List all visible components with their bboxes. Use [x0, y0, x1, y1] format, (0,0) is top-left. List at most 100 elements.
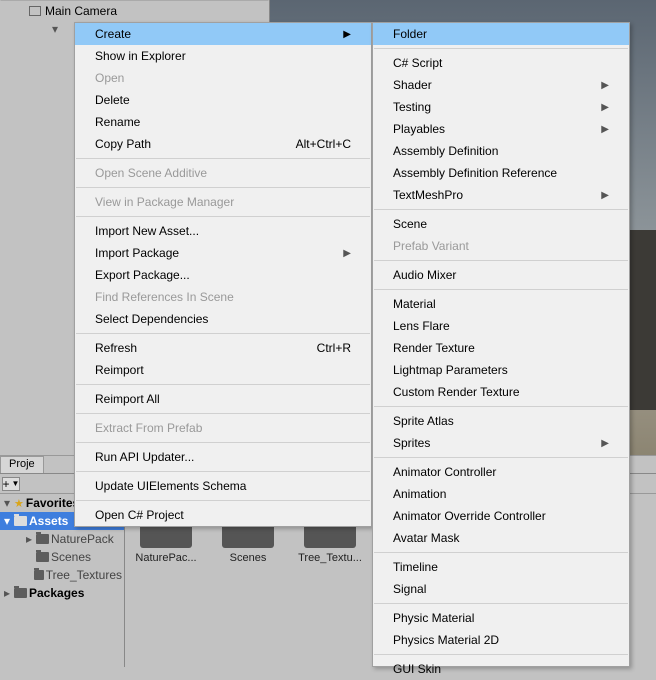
menu-sprites[interactable]: Sprites▶	[373, 432, 629, 454]
hierarchy-item-main-camera[interactable]: Main Camera	[0, 0, 269, 22]
submenu-arrow-icon: ▶	[601, 190, 609, 201]
menu-run-api-updater[interactable]: Run API Updater...	[75, 446, 371, 468]
menu-textmeshpro[interactable]: TextMeshPro ▶	[373, 184, 629, 206]
menu-label: Import Package	[95, 246, 179, 260]
menu-show-in-explorer[interactable]: Show in Explorer	[75, 45, 371, 67]
menu-create[interactable]: Create ▶	[75, 23, 371, 45]
submenu-arrow-icon: ▶	[601, 124, 609, 135]
tree-item-tree-textures[interactable]: Tree_Textures	[0, 566, 124, 584]
menu-label: Import New Asset...	[95, 224, 199, 238]
menu-lens-flare[interactable]: Lens Flare	[373, 315, 629, 337]
menu-material[interactable]: Material	[373, 293, 629, 315]
folder-icon	[14, 588, 27, 598]
menu-physic-material[interactable]: Physic Material	[373, 607, 629, 629]
menu-signal[interactable]: Signal	[373, 578, 629, 600]
menu-separator	[374, 654, 628, 655]
menu-animator-override[interactable]: Animator Override Controller	[373, 505, 629, 527]
expand-icon[interactable]: ▸	[2, 586, 12, 600]
expand-icon[interactable]: ▸	[24, 532, 34, 546]
menu-label: Testing	[393, 100, 431, 114]
menu-open-csharp[interactable]: Open C# Project	[75, 504, 371, 526]
menu-separator	[374, 48, 628, 49]
menu-label: Shader	[393, 78, 432, 92]
tree-label: Favorites	[26, 496, 79, 510]
menu-separator	[76, 187, 370, 188]
menu-open-scene-additive: Open Scene Additive	[75, 162, 371, 184]
menu-label: Rename	[95, 115, 140, 129]
menu-label: Find References In Scene	[95, 290, 234, 304]
folder-icon	[34, 570, 44, 580]
menu-separator	[374, 260, 628, 261]
menu-folder[interactable]: Folder	[373, 23, 629, 45]
menu-sprite-atlas[interactable]: Sprite Atlas	[373, 410, 629, 432]
submenu-arrow-icon: ▶	[343, 248, 351, 259]
tree-label: Packages	[29, 586, 84, 600]
expand-icon[interactable]: ▾	[2, 514, 12, 528]
menu-label: Assembly Definition	[393, 144, 498, 158]
menu-select-dependencies[interactable]: Select Dependencies	[75, 308, 371, 330]
menu-assembly-def-ref[interactable]: Assembly Definition Reference	[373, 162, 629, 184]
menu-label: Select Dependencies	[95, 312, 208, 326]
tree-packages[interactable]: ▸ Packages	[0, 584, 124, 602]
menu-gui-skin[interactable]: GUI Skin	[373, 658, 629, 680]
menu-label: Custom Render Texture	[393, 385, 520, 399]
menu-playables[interactable]: Playables ▶	[373, 118, 629, 140]
tree-item-scenes[interactable]: Scenes	[0, 548, 124, 566]
expand-icon[interactable]: ▾	[2, 496, 12, 510]
menu-animation[interactable]: Animation	[373, 483, 629, 505]
menu-separator	[374, 209, 628, 210]
menu-label: Sprites	[393, 436, 430, 450]
menu-refresh[interactable]: Refresh Ctrl+R	[75, 337, 371, 359]
menu-csharp-script[interactable]: C# Script	[373, 52, 629, 74]
menu-label: Scene	[393, 217, 427, 231]
menu-physics-material-2d[interactable]: Physics Material 2D	[373, 629, 629, 651]
menu-label: Playables	[393, 122, 445, 136]
menu-label: Signal	[393, 582, 426, 596]
menu-label: Run API Updater...	[95, 450, 194, 464]
menu-label: Animator Controller	[393, 465, 496, 479]
submenu-arrow-icon: ▶	[601, 102, 609, 113]
menu-separator	[76, 384, 370, 385]
menu-label: Create	[95, 27, 131, 41]
menu-testing[interactable]: Testing ▶	[373, 96, 629, 118]
submenu-arrow-icon: ▶	[343, 29, 351, 40]
menu-import-new-asset[interactable]: Import New Asset...	[75, 220, 371, 242]
menu-assembly-def[interactable]: Assembly Definition	[373, 140, 629, 162]
menu-label: Sprite Atlas	[393, 414, 454, 428]
menu-import-package[interactable]: Import Package ▶	[75, 242, 371, 264]
menu-label: Render Texture	[393, 341, 475, 355]
menu-lightmap-params[interactable]: Lightmap Parameters	[373, 359, 629, 381]
menu-timeline[interactable]: Timeline	[373, 556, 629, 578]
menu-custom-render-texture[interactable]: Custom Render Texture	[373, 381, 629, 403]
menu-shader[interactable]: Shader▶	[373, 74, 629, 96]
tree-item-naturepack[interactable]: ▸ NaturePack	[0, 530, 124, 548]
project-tab[interactable]: Proje	[0, 456, 44, 473]
menu-label: Assembly Definition Reference	[393, 166, 557, 180]
menu-render-texture[interactable]: Render Texture	[373, 337, 629, 359]
menu-label: GUI Skin	[393, 662, 441, 676]
menu-reimport-all[interactable]: Reimport All	[75, 388, 371, 410]
menu-scene[interactable]: Scene	[373, 213, 629, 235]
expand-icon[interactable]: ▾	[52, 22, 58, 36]
add-button[interactable]: +▼	[2, 477, 20, 491]
star-icon: ★	[14, 497, 24, 510]
menu-separator	[76, 216, 370, 217]
menu-label: Extract From Prefab	[95, 421, 202, 435]
menu-delete[interactable]: Delete	[75, 89, 371, 111]
menu-rename[interactable]: Rename	[75, 111, 371, 133]
menu-label: TextMeshPro	[393, 188, 463, 202]
menu-prefab-variant: Prefab Variant	[373, 235, 629, 257]
menu-avatar-mask[interactable]: Avatar Mask	[373, 527, 629, 549]
tree-label: Tree_Textures	[46, 568, 122, 582]
menu-separator	[76, 500, 370, 501]
menu-label: Open Scene Additive	[95, 166, 207, 180]
menu-reimport[interactable]: Reimport	[75, 359, 371, 381]
menu-animator-controller[interactable]: Animator Controller	[373, 461, 629, 483]
menu-copy-path[interactable]: Copy Path Alt+Ctrl+C	[75, 133, 371, 155]
menu-label: Refresh	[95, 341, 137, 355]
menu-update-uielements[interactable]: Update UIElements Schema	[75, 475, 371, 497]
menu-export-package[interactable]: Export Package...	[75, 264, 371, 286]
tree-label: Scenes	[51, 550, 91, 564]
menu-audio-mixer[interactable]: Audio Mixer	[373, 264, 629, 286]
menu-extract-from-prefab: Extract From Prefab	[75, 417, 371, 439]
